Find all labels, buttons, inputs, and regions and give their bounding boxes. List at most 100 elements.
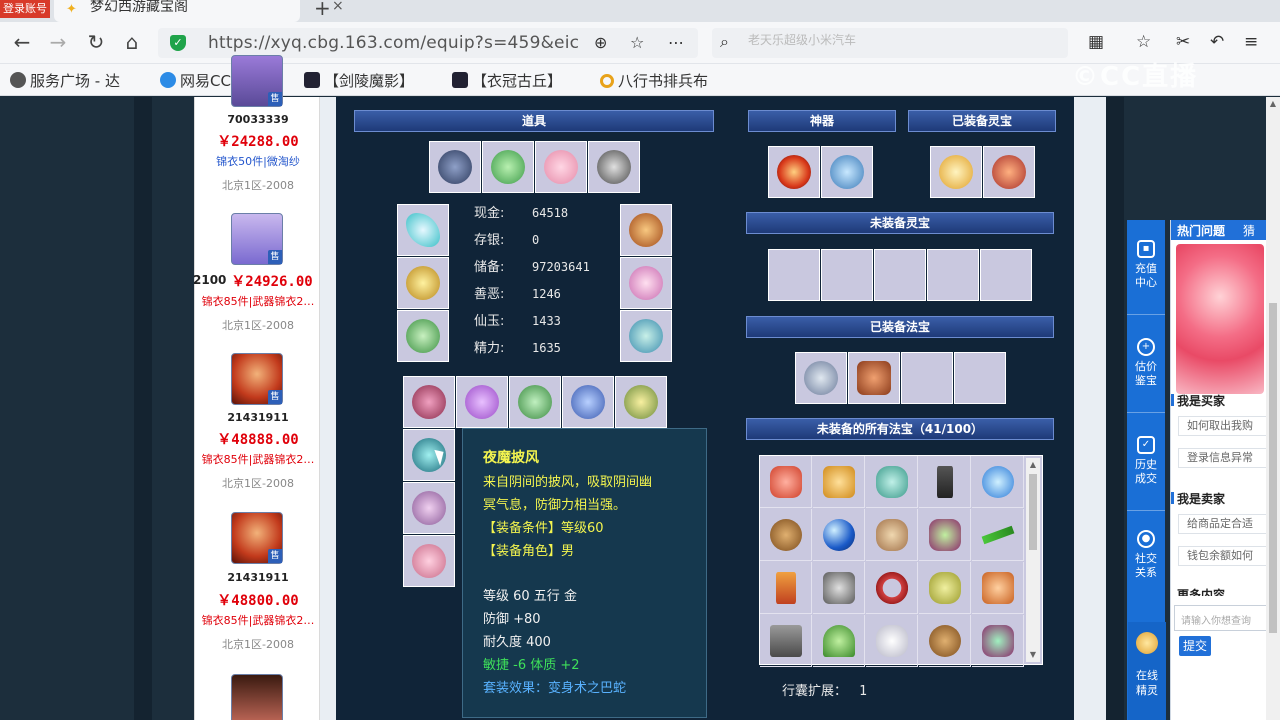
item-slot[interactable] bbox=[535, 141, 587, 193]
bookmark-3[interactable]: 【剑陵魔影】 bbox=[304, 70, 414, 91]
bookmark-4[interactable]: 【衣冠古丘】 bbox=[452, 70, 562, 91]
item-tags[interactable]: 锦衣85件|武器锦衣2… bbox=[195, 451, 321, 467]
scroll-thumb[interactable] bbox=[1269, 303, 1277, 633]
home-icon[interactable]: ⌂ bbox=[120, 31, 144, 53]
service-history[interactable]: ✓ 历史成交 bbox=[1127, 436, 1165, 486]
fabao-cell[interactable] bbox=[972, 615, 1024, 667]
fabao-cell[interactable] bbox=[760, 456, 812, 508]
fabao-slot[interactable] bbox=[795, 352, 847, 404]
fabao-cell[interactable] bbox=[919, 562, 971, 614]
service-appraisal[interactable]: + 估价鉴宝 bbox=[1127, 338, 1165, 388]
service-recharge[interactable]: ▪ 充值中心 bbox=[1127, 240, 1165, 290]
service-social[interactable]: ● 社交关系 bbox=[1127, 530, 1165, 580]
seller-question[interactable]: 给商品定合适 bbox=[1178, 514, 1268, 534]
item-slot[interactable] bbox=[482, 141, 534, 193]
fabao-cell[interactable] bbox=[972, 509, 1024, 561]
more-section-title[interactable]: 更多内容 bbox=[1177, 586, 1225, 596]
search-box[interactable]: ⌕ 老天乐超级小米汽车 bbox=[712, 28, 1068, 58]
scroll-down-icon[interactable]: ▼ bbox=[1026, 650, 1040, 659]
item-slot[interactable] bbox=[588, 141, 640, 193]
tab-hot-questions[interactable]: 热门问题 bbox=[1177, 222, 1225, 239]
fabao-slot[interactable] bbox=[848, 352, 900, 404]
equip-slot[interactable] bbox=[397, 310, 449, 362]
fabao-cell[interactable] bbox=[919, 615, 971, 667]
inventory-slot[interactable] bbox=[456, 376, 508, 428]
shenqi-slot[interactable] bbox=[768, 146, 820, 198]
bookmark-1[interactable]: 服务广场 - 达 bbox=[10, 70, 120, 91]
item-slot[interactable] bbox=[429, 141, 481, 193]
avatar[interactable]: 售 bbox=[231, 213, 283, 265]
seller-question[interactable]: 钱包余额如何 bbox=[1178, 546, 1268, 566]
fabao-scrollbar[interactable]: ▲ ▼ bbox=[1026, 458, 1040, 662]
avatar[interactable]: 售 bbox=[231, 353, 283, 405]
tab-guess[interactable]: 猜 bbox=[1243, 222, 1255, 239]
tab-active[interactable]: ✦ 梦幻西游藏宝阁 × bbox=[54, 0, 344, 22]
fabao-cell[interactable] bbox=[760, 509, 812, 561]
new-tab-button[interactable]: + bbox=[314, 0, 331, 20]
avatar[interactable]: 售 bbox=[231, 512, 283, 564]
more-icon[interactable]: ⋯ bbox=[668, 33, 684, 52]
empty-lingbao-slot[interactable] bbox=[821, 249, 873, 301]
item-tags[interactable]: 锦衣85件|武器锦衣2… bbox=[195, 612, 321, 628]
fabao-cell[interactable] bbox=[919, 509, 971, 561]
fabao-cell[interactable] bbox=[866, 615, 918, 667]
avatar[interactable]: 售 bbox=[231, 55, 283, 107]
shenqi-slot[interactable] bbox=[821, 146, 873, 198]
page-scrollbar[interactable]: ▲ bbox=[1266, 97, 1280, 720]
equip-slot[interactable] bbox=[620, 204, 672, 256]
empty-fabao-slot[interactable] bbox=[954, 352, 1006, 404]
fabao-cell[interactable] bbox=[760, 615, 812, 667]
reload-icon[interactable]: ↻ bbox=[84, 31, 108, 53]
fabao-cell[interactable] bbox=[866, 562, 918, 614]
equip-slot[interactable] bbox=[620, 310, 672, 362]
bookmark-star-icon[interactable]: ☆ bbox=[630, 33, 644, 52]
online-assistant[interactable]: 在线精灵 bbox=[1128, 622, 1166, 720]
buyer-question[interactable]: 如何取出我购 bbox=[1178, 416, 1268, 436]
empty-lingbao-slot[interactable] bbox=[874, 249, 926, 301]
scroll-thumb[interactable] bbox=[1029, 474, 1037, 550]
lingbao-slot[interactable] bbox=[930, 146, 982, 198]
scroll-up-icon[interactable]: ▲ bbox=[1026, 460, 1040, 469]
fabao-cell[interactable] bbox=[866, 456, 918, 508]
empty-fabao-slot[interactable] bbox=[901, 352, 953, 404]
item-tags[interactable]: 锦衣50件|微淘纱 bbox=[195, 153, 321, 169]
back-icon[interactable]: ← bbox=[10, 31, 34, 53]
submit-button[interactable]: 提交 bbox=[1179, 636, 1211, 656]
menu-icon[interactable]: ≡ bbox=[1244, 32, 1258, 52]
empty-lingbao-slot[interactable] bbox=[980, 249, 1032, 301]
help-banner[interactable] bbox=[1176, 244, 1264, 394]
bookmark-5[interactable]: 八行书排兵布 bbox=[600, 70, 708, 91]
apps-grid-icon[interactable]: ▦ bbox=[1088, 32, 1104, 52]
favorites-icon[interactable]: ☆ bbox=[1136, 32, 1151, 52]
fabao-cell[interactable] bbox=[972, 562, 1024, 614]
inventory-slot[interactable] bbox=[615, 376, 667, 428]
inventory-slot[interactable] bbox=[403, 535, 455, 587]
inventory-slot[interactable] bbox=[403, 376, 455, 428]
item-tags[interactable]: 锦衣85件|武器锦衣2… bbox=[195, 293, 321, 309]
equip-slot[interactable] bbox=[620, 257, 672, 309]
avatar[interactable] bbox=[231, 674, 283, 720]
inventory-slot[interactable] bbox=[509, 376, 561, 428]
fabao-cell[interactable] bbox=[813, 509, 865, 561]
tab-close-icon[interactable]: × bbox=[332, 0, 344, 13]
fabao-cell[interactable] bbox=[813, 562, 865, 614]
buyer-question[interactable]: 登录信息异常 bbox=[1178, 448, 1268, 468]
inventory-slot[interactable] bbox=[403, 482, 455, 534]
equip-slot[interactable] bbox=[397, 257, 449, 309]
inventory-slot-hovered[interactable] bbox=[403, 429, 455, 481]
equip-slot[interactable] bbox=[397, 204, 449, 256]
address-bar[interactable]: ✓ https://xyq.cbg.163.com/equip?s=459&ei… bbox=[158, 28, 698, 58]
fabao-cell[interactable] bbox=[919, 456, 971, 508]
fabao-cell[interactable] bbox=[866, 509, 918, 561]
fabao-cell[interactable] bbox=[813, 615, 865, 667]
scroll-up-icon[interactable]: ▲ bbox=[1266, 99, 1280, 108]
fabao-cell[interactable] bbox=[760, 562, 812, 614]
fabao-cell[interactable] bbox=[972, 456, 1024, 508]
zoom-icon[interactable]: ⊕ bbox=[594, 33, 607, 52]
login-badge[interactable]: 登录账号 bbox=[0, 0, 50, 18]
tools-icon[interactable]: ✂ bbox=[1176, 32, 1190, 52]
fabao-cell[interactable] bbox=[813, 456, 865, 508]
forward-icon[interactable]: → bbox=[46, 31, 70, 53]
empty-lingbao-slot[interactable] bbox=[768, 249, 820, 301]
undo-icon[interactable]: ↶ bbox=[1210, 32, 1224, 52]
